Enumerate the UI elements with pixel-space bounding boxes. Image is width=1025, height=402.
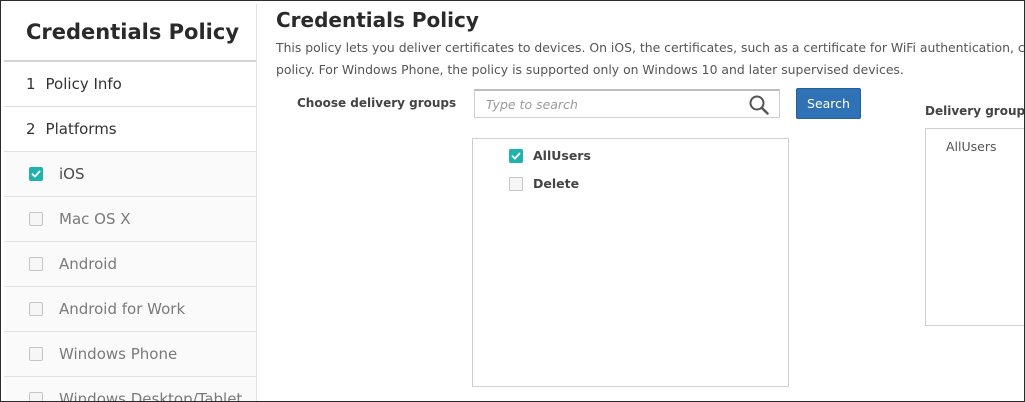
delivery-group-list: AllUsers Delete (472, 138, 789, 387)
description-line: policy. For Windows Phone, the policy is… (276, 62, 904, 77)
platform-label: Mac OS X (59, 210, 131, 228)
platform-item-android[interactable]: Android (4, 242, 256, 287)
sidebar-title: Credentials Policy (4, 4, 256, 62)
group-item-delete[interactable]: Delete (509, 176, 579, 191)
platform-checkbox[interactable] (29, 347, 43, 361)
description-line: This policy lets you deliver certificate… (276, 40, 1025, 55)
main-content: Credentials Policy This policy lets you … (276, 1, 1024, 401)
platform-label: Android (59, 255, 117, 273)
search-box (474, 89, 780, 118)
sidebar: Credentials Policy 1 Policy Info 2 Platf… (4, 4, 257, 402)
search-icon[interactable] (748, 94, 770, 116)
page-title: Credentials Policy (276, 8, 479, 32)
policy-description: This policy lets you deliver certificate… (276, 37, 1025, 81)
platform-label: iOS (59, 165, 85, 183)
step-policy-info[interactable]: 1 Policy Info (4, 62, 256, 107)
platform-label: Android for Work (59, 300, 186, 318)
platform-label: Windows Desktop/Tablet (59, 390, 243, 402)
policy-window: Credentials Policy 1 Policy Info 2 Platf… (0, 0, 1025, 402)
platform-item-mac-os-x[interactable]: Mac OS X (4, 197, 256, 242)
platform-checkbox[interactable] (29, 257, 43, 271)
step-label: Platforms (45, 120, 117, 138)
choose-delivery-groups-label: Choose delivery groups (297, 96, 457, 110)
group-label: AllUsers (533, 148, 591, 163)
step-number: 2 (26, 120, 36, 138)
step-label: Policy Info (45, 75, 122, 93)
search-input[interactable] (475, 91, 735, 117)
step-platforms[interactable]: 2 Platforms (4, 107, 256, 152)
platform-checkbox[interactable] (29, 392, 43, 401)
selected-delivery-groups: AllUsers (925, 128, 1024, 326)
platform-checkbox[interactable] (29, 167, 43, 181)
platform-checkbox[interactable] (29, 212, 43, 226)
delivery-groups-label: Delivery groups (925, 104, 1025, 118)
step-number: 1 (26, 75, 36, 93)
group-item-allusers[interactable]: AllUsers (509, 148, 591, 163)
selected-group-item: AllUsers (946, 139, 997, 154)
platform-item-windows-phone[interactable]: Windows Phone (4, 332, 256, 377)
platform-label: Windows Phone (59, 345, 178, 363)
platform-item-ios[interactable]: iOS (4, 152, 256, 197)
platform-item-android-for-work[interactable]: Android for Work (4, 287, 256, 332)
group-label: Delete (533, 176, 580, 191)
platform-item-windows-desktop-tablet[interactable]: Windows Desktop/Tablet (4, 377, 256, 402)
checkmark-icon (31, 170, 41, 178)
group-checkbox[interactable] (509, 176, 523, 191)
platform-checkbox[interactable] (29, 302, 43, 316)
checkmark-icon (511, 152, 521, 159)
group-checkbox[interactable] (509, 148, 523, 163)
search-button[interactable]: Search (796, 88, 861, 119)
